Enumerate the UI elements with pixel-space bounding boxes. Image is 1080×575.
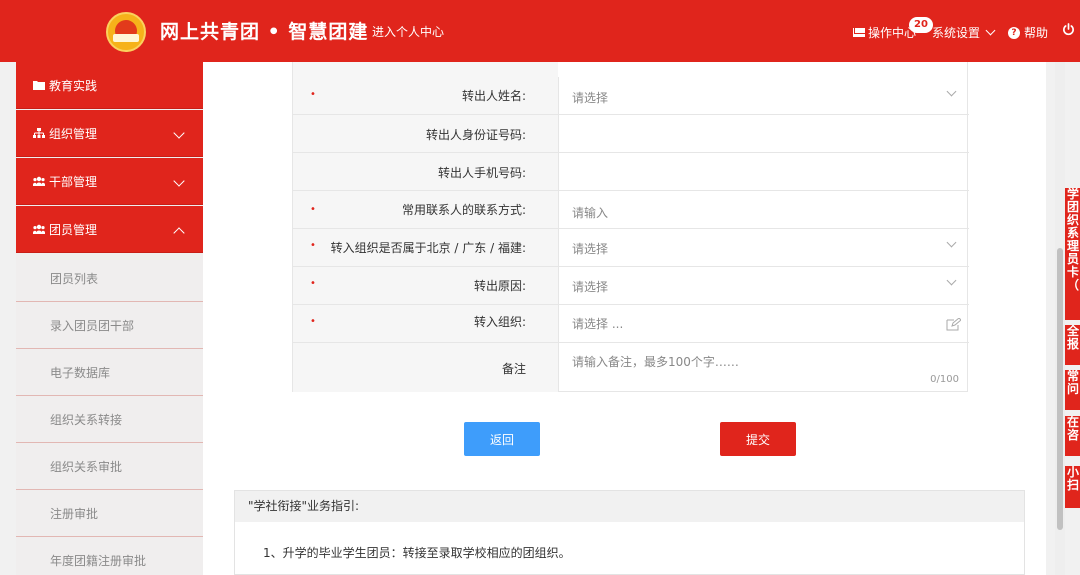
side-tab-report[interactable]: 全报	[1065, 325, 1080, 365]
target-org-select[interactable]: 请选择 ...	[559, 315, 623, 332]
field-label: 转入组织:	[473, 315, 526, 329]
back-button[interactable]: 返回	[464, 422, 540, 456]
form-row-remark: 备注 请输入备注，最多100个字…… 0/100	[293, 343, 969, 391]
side-tab-consult[interactable]: 在咨	[1065, 416, 1080, 456]
chevron-down-icon	[985, 25, 996, 36]
field-label: 转出人姓名:	[461, 89, 526, 103]
help-label: 帮助	[1024, 26, 1049, 40]
contact-input[interactable]: 请输入	[559, 204, 608, 221]
form-row-target-org: • 转入组织: 请选择 ...	[293, 305, 969, 343]
edit-icon[interactable]	[946, 318, 961, 331]
region-select[interactable]: 请选择	[559, 240, 608, 257]
field-label: 转出人手机号码:	[437, 166, 526, 180]
transfer-form: • 转出人姓名: 请选择 转出人身份证号码: 转出人手机号码: • 常用联系人的…	[292, 62, 969, 392]
business-guide-panel: "学社衔接"业务指引: 1、升学的毕业学生团员：转接至录取学校相应的团组织。	[234, 490, 1025, 575]
divider	[558, 153, 559, 190]
ops-center-link[interactable]: 操作中心	[853, 24, 916, 41]
sidebar-item-member-list[interactable]: 团员列表	[16, 255, 203, 302]
power-icon[interactable]	[1062, 23, 1075, 36]
sitemap-icon	[33, 128, 45, 138]
side-tab-faq[interactable]: 常问	[1065, 370, 1080, 410]
question-icon: ?	[1008, 26, 1020, 39]
scrollbar-thumb[interactable]	[1057, 248, 1063, 530]
app-title: 网上共青团 • 智慧团建	[160, 21, 369, 43]
required-mark: •	[310, 204, 316, 215]
chevron-down-icon	[946, 237, 957, 248]
submit-button[interactable]: 提交	[720, 422, 796, 456]
sidebar-item-enter-members[interactable]: 录入团员团干部	[16, 302, 203, 349]
remark-textarea[interactable]: 请输入备注，最多100个字……	[559, 353, 739, 370]
transferor-name-select[interactable]: 请选择	[559, 89, 608, 106]
reason-select[interactable]: 请选择	[559, 278, 608, 295]
field-label: 常用联系人的联系方式:	[401, 203, 526, 217]
sidebar-item-annual-registration[interactable]: 年度团籍注册审批	[16, 537, 203, 575]
mail-icon	[853, 28, 865, 37]
personal-center-link[interactable]: 进入个人中心	[372, 23, 444, 40]
chevron-down-icon	[173, 175, 185, 187]
form-row-region: • 转入组织是否属于北京 / 广东 / 福建: 请选择	[293, 229, 969, 267]
field-label: 转出人身份证号码:	[425, 128, 526, 142]
divider	[558, 115, 559, 152]
guide-line-1: 1、升学的毕业学生团员：转接至录取学校相应的团组织。	[263, 546, 571, 560]
sidebar-item-registration-approval[interactable]: 注册审批	[16, 490, 203, 537]
menu-label: 团员管理	[49, 222, 98, 237]
field-label: 转出原因:	[473, 279, 526, 293]
field-label: 备注	[501, 362, 526, 376]
top-header: 网上共青团 • 智慧团建 进入个人中心 操作中心 20 系统设置 ? 帮助	[0, 0, 1080, 62]
chevron-down-icon	[946, 275, 957, 286]
chevron-down-icon	[946, 86, 957, 97]
form-row-id-number: 转出人身份证号码:	[293, 115, 969, 153]
form-row-reason: • 转出原因: 请选择	[293, 267, 969, 305]
notification-badge: 20	[909, 17, 933, 33]
sidebar-item-org-approval[interactable]: 组织关系审批	[16, 443, 203, 490]
sidebar-item-database[interactable]: 电子数据库	[16, 349, 203, 396]
menu-member-management[interactable]: 团员管理	[16, 206, 203, 253]
chevron-down-icon	[173, 127, 185, 139]
settings-dropdown[interactable]: 系统设置	[932, 24, 996, 41]
side-tab-mini-scan[interactable]: 小扫	[1065, 466, 1080, 508]
form-row-contact: • 常用联系人的联系方式: 请输入	[293, 191, 969, 229]
menu-org-management[interactable]: 组织管理	[16, 110, 203, 157]
users-icon	[33, 224, 45, 234]
char-counter: 0/100	[930, 374, 959, 385]
menu-education-practice[interactable]: 教育实践	[16, 62, 203, 109]
form-row-phone: 转出人手机号码:	[293, 153, 969, 191]
required-mark: •	[310, 278, 316, 289]
users-icon	[33, 176, 45, 186]
menu-label: 干部管理	[49, 174, 98, 189]
sidebar: 教育实践 组织管理 干部管理 团员管理 团员列表 录入团员团干部 电子数据库 组…	[16, 62, 203, 575]
menu-cadre-management[interactable]: 干部管理	[16, 158, 203, 205]
settings-label: 系统设置	[932, 26, 981, 40]
form-row-transferor-name: • 转出人姓名: 请选择	[293, 77, 969, 115]
required-mark: •	[310, 89, 316, 100]
folder-icon	[33, 81, 45, 90]
sidebar-item-org-transfer[interactable]: 组织关系转接	[16, 396, 203, 443]
field-label: 转入组织是否属于北京 / 广东 / 福建:	[330, 241, 526, 255]
guide-title: "学社衔接"业务指引:	[235, 491, 1024, 522]
menu-label: 教育实践	[49, 78, 98, 93]
chevron-up-icon	[173, 227, 185, 239]
help-link[interactable]: ? 帮助	[1008, 24, 1048, 41]
youth-league-logo	[106, 12, 146, 52]
required-mark: •	[310, 240, 316, 251]
menu-label: 组织管理	[49, 126, 98, 141]
side-tab-member-card[interactable]: 学团织系理员卡（	[1065, 188, 1080, 320]
required-mark: •	[310, 316, 316, 327]
